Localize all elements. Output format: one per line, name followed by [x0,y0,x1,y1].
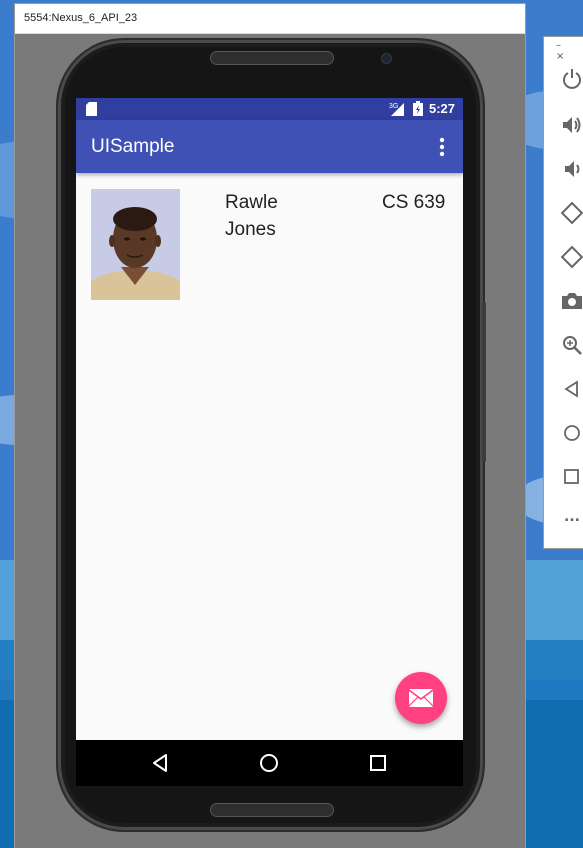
home-icon[interactable] [258,752,280,774]
window-title: 5554:Nexus_6_API_23 [24,12,138,24]
back-icon[interactable] [150,752,172,774]
network-signal-icon: 3G [389,103,404,116]
zoom-icon[interactable] [560,333,583,357]
overflow-menu-icon[interactable] [433,135,451,159]
more-icon[interactable]: ... [560,507,583,531]
network-type: 3G [389,103,398,110]
camera-icon[interactable] [560,289,583,313]
student-first-name: Rawle [225,192,278,213]
top-speaker [210,51,334,65]
main-content: Rawle Jones CS 639 [76,173,463,740]
volume-up-icon[interactable] [560,113,583,137]
volume-down-icon[interactable] [560,157,583,181]
home-icon[interactable] [560,421,583,445]
minimize-button[interactable]: – [556,40,573,51]
sd-card-icon [86,102,97,116]
battery-icon [413,101,423,116]
recents-icon[interactable] [367,752,389,774]
front-camera [381,53,392,64]
rotate-left-icon[interactable] [560,201,583,225]
power-icon[interactable] [560,67,583,91]
side-button [482,302,486,462]
window-title-bar[interactable]: 5554:Nexus_6_API_23 [15,4,525,34]
rotate-right-icon[interactable] [560,245,583,269]
clock: 5:27 [429,101,456,116]
app-title: UISample [91,136,175,157]
student-last-name: Jones [225,219,276,240]
toolbar-window-controls: –× [556,40,583,62]
overview-icon[interactable] [560,465,583,489]
app-toolbar: UISample [76,120,463,173]
status-bar: 3G 5:27 [76,98,463,120]
back-icon[interactable] [560,377,583,401]
phone-screen: 3G 5:27 UISample Rawle Jones CS 639 [76,98,463,740]
course-code: CS 639 [382,192,446,213]
email-icon [409,689,433,707]
close-button[interactable]: × [556,51,576,62]
email-fab-button[interactable] [395,672,447,724]
profile-photo [91,189,180,300]
emulator-toolbar: –× ... [543,36,583,549]
bottom-speaker [210,803,334,817]
system-nav-bar [76,740,463,786]
